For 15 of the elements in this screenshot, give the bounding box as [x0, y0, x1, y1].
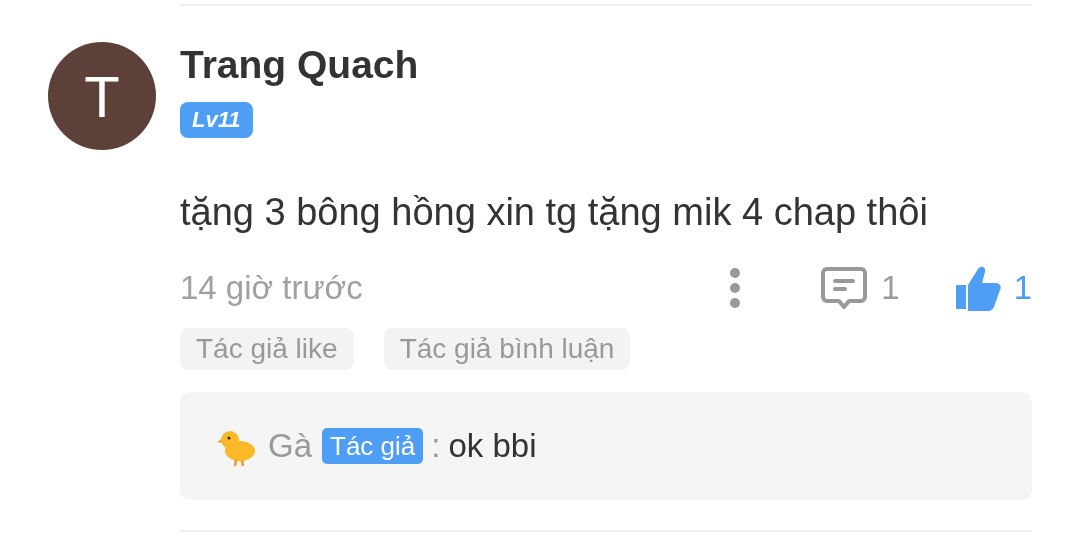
- thumbs-up-icon[interactable]: [953, 265, 1002, 311]
- level-badge: Lv11: [180, 102, 253, 138]
- more-icon[interactable]: [729, 267, 742, 309]
- timestamp: 14 giờ trước: [180, 269, 364, 307]
- tag: Tác giả bình luận: [383, 328, 631, 370]
- like-count: 1: [1013, 269, 1032, 307]
- comment-text: tặng 3 bông hồng xin tg tặng mik 4 chap thôi: [180, 190, 928, 235]
- separator: :: [431, 427, 441, 465]
- reply-count: 1: [881, 269, 900, 307]
- comment-icon[interactable]: [821, 266, 868, 310]
- reply-text: ok bbi: [448, 427, 537, 465]
- tag: Tác giả like: [180, 328, 354, 370]
- avatar[interactable]: T: [48, 42, 156, 150]
- user-name: Trang Quach: [180, 42, 419, 88]
- author-badge: Tác giả: [322, 428, 424, 464]
